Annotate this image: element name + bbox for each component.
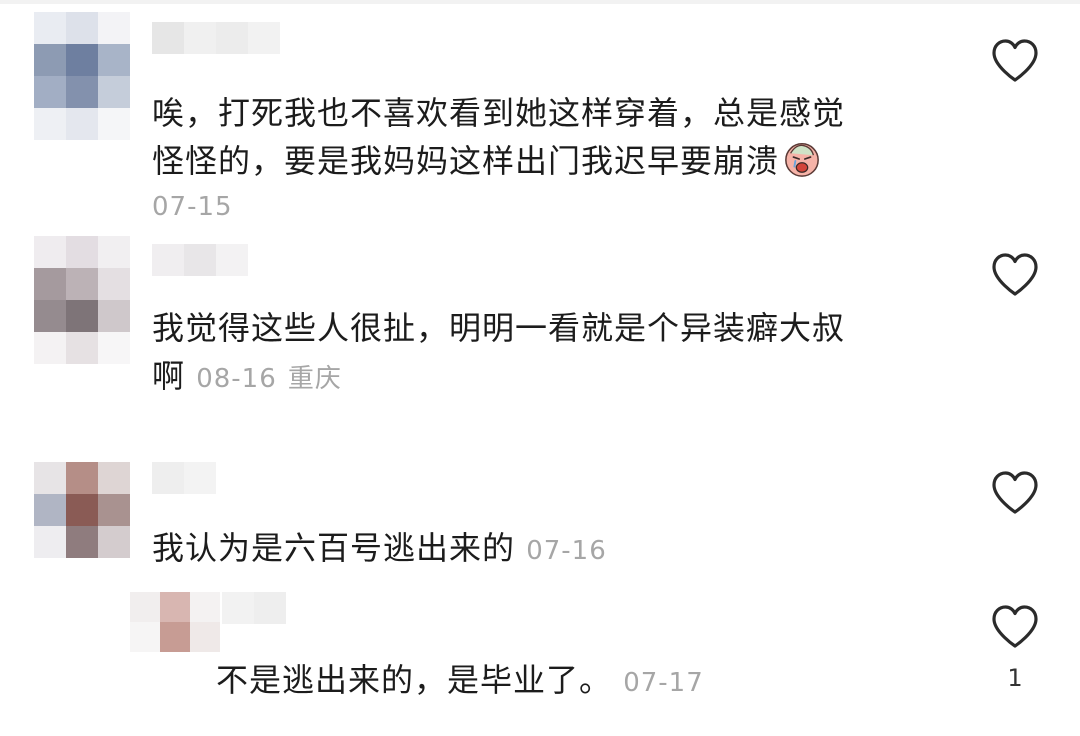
like-count: 1: [1007, 664, 1023, 692]
reply-text: 不是逃出来的，是毕业了。 07-17: [216, 656, 704, 707]
username[interactable]: [152, 244, 248, 276]
avatar[interactable]: [34, 462, 130, 558]
heart-outline-icon[interactable]: [990, 252, 1040, 298]
avatar[interactable]: [34, 236, 130, 364]
avatar[interactable]: [34, 12, 130, 140]
comment-meta: 07-15: [152, 192, 233, 222]
crying-face-emoji: [785, 143, 819, 177]
reply-date: 07-17: [623, 668, 704, 698]
comment-date: 08-16: [196, 364, 277, 394]
comment-text-line: 啊 08-16 重庆: [152, 352, 845, 403]
comment-text: 唉，打死我也不喜欢看到她这样穿着，总是感觉 怪怪的，要是我妈妈这样出门我迟早要崩…: [152, 89, 845, 185]
comment-text-content: 我认为是六百号逃出来的: [152, 529, 516, 567]
comment-date: 07-16: [526, 536, 607, 566]
comment-text-line: 唉，打死我也不喜欢看到她这样穿着，总是感觉: [152, 94, 846, 132]
top-divider: [0, 0, 1080, 4]
heart-outline-icon[interactable]: [990, 470, 1040, 516]
comment-date: 07-15: [152, 192, 233, 222]
reply-text-content: 不是逃出来的，是毕业了。: [216, 661, 613, 699]
comment-text: 我认为是六百号逃出来的 07-16: [152, 524, 607, 575]
heart-outline-icon[interactable]: [990, 604, 1040, 650]
comment-text-line-content: 怪怪的，要是我妈妈这样出门我迟早要崩溃: [152, 142, 780, 180]
comment-text-line: 我觉得这些人很扯，明明一看就是个异装癖大叔: [152, 309, 846, 347]
comment-text-line: 怪怪的，要是我妈妈这样出门我迟早要崩溃: [152, 137, 845, 185]
heart-outline-icon[interactable]: [990, 38, 1040, 84]
username[interactable]: [152, 462, 216, 494]
comment-location: 重庆: [287, 364, 342, 394]
comment-text-line-content: 啊: [152, 357, 186, 395]
username[interactable]: [222, 592, 286, 624]
avatar[interactable]: [130, 592, 220, 652]
username[interactable]: [152, 22, 280, 54]
comment-text: 我觉得这些人很扯，明明一看就是个异装癖大叔 啊 08-16 重庆: [152, 304, 845, 403]
